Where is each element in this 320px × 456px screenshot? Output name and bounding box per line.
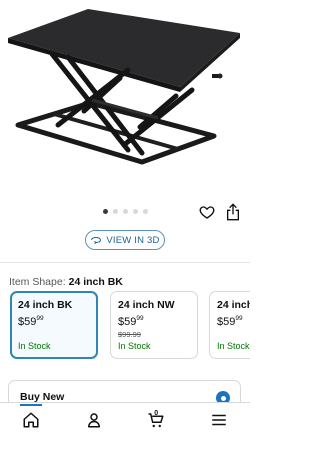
variant-stock: In Stock	[18, 341, 51, 351]
variant-price: $5999	[18, 315, 44, 328]
lever-knob	[217, 73, 223, 79]
item-shape-value: 24 inch BK	[68, 276, 123, 288]
variant-price: $5999	[217, 315, 243, 328]
variant-option-24-inch[interactable]: 24 inch $5999 In Stock	[209, 291, 250, 359]
item-shape-heading: Item Shape: 24 inch BK	[9, 276, 123, 288]
variant-list-price: $99.99	[118, 330, 141, 339]
variant-stock: In Stock	[217, 341, 250, 351]
variant-name: 24 inch NW	[118, 299, 175, 311]
divider	[0, 262, 250, 263]
variant-price: $5999	[118, 315, 144, 328]
carousel-row	[0, 202, 250, 222]
product-page: VIEW IN 3D Item Shape: 24 inch BK 24 inch…	[0, 0, 250, 456]
carousel-dot[interactable]	[123, 209, 128, 214]
variant-option-24-inch-nw[interactable]: 24 inch NW $5999 $99.99 In Stock	[110, 291, 198, 359]
view-in-3d-label: VIEW IN 3D	[106, 234, 160, 246]
heart-icon[interactable]	[199, 204, 215, 220]
variant-stock: In Stock	[118, 341, 151, 351]
carousel-dot[interactable]	[143, 209, 148, 214]
account-icon	[87, 412, 100, 427]
variant-name: 24 inch	[217, 299, 250, 311]
bottom-nav-bar: 0	[0, 402, 250, 436]
carousel-dots[interactable]	[103, 209, 148, 214]
cart-count: 0	[154, 409, 159, 417]
nav-home[interactable]	[11, 403, 51, 435]
3d-cube-icon	[91, 236, 102, 245]
variant-option-24-inch-bk[interactable]: 24 inch BK $5999 In Stock	[10, 291, 98, 359]
menu-icon	[212, 414, 226, 425]
nav-menu[interactable]	[199, 405, 239, 435]
home-indicator-area	[0, 436, 250, 456]
home-icon	[23, 412, 39, 427]
variant-name: 24 inch BK	[18, 299, 73, 311]
nav-account[interactable]	[74, 405, 114, 435]
carousel-dot[interactable]	[103, 209, 108, 214]
carousel-dot[interactable]	[113, 209, 118, 214]
item-shape-label: Item Shape:	[9, 276, 66, 288]
product-image[interactable]	[0, 0, 250, 196]
view-in-3d-button[interactable]: VIEW IN 3D	[85, 230, 165, 250]
share-icon[interactable]	[225, 203, 241, 221]
carousel-dot[interactable]	[133, 209, 138, 214]
nav-cart[interactable]: 0	[136, 405, 176, 435]
